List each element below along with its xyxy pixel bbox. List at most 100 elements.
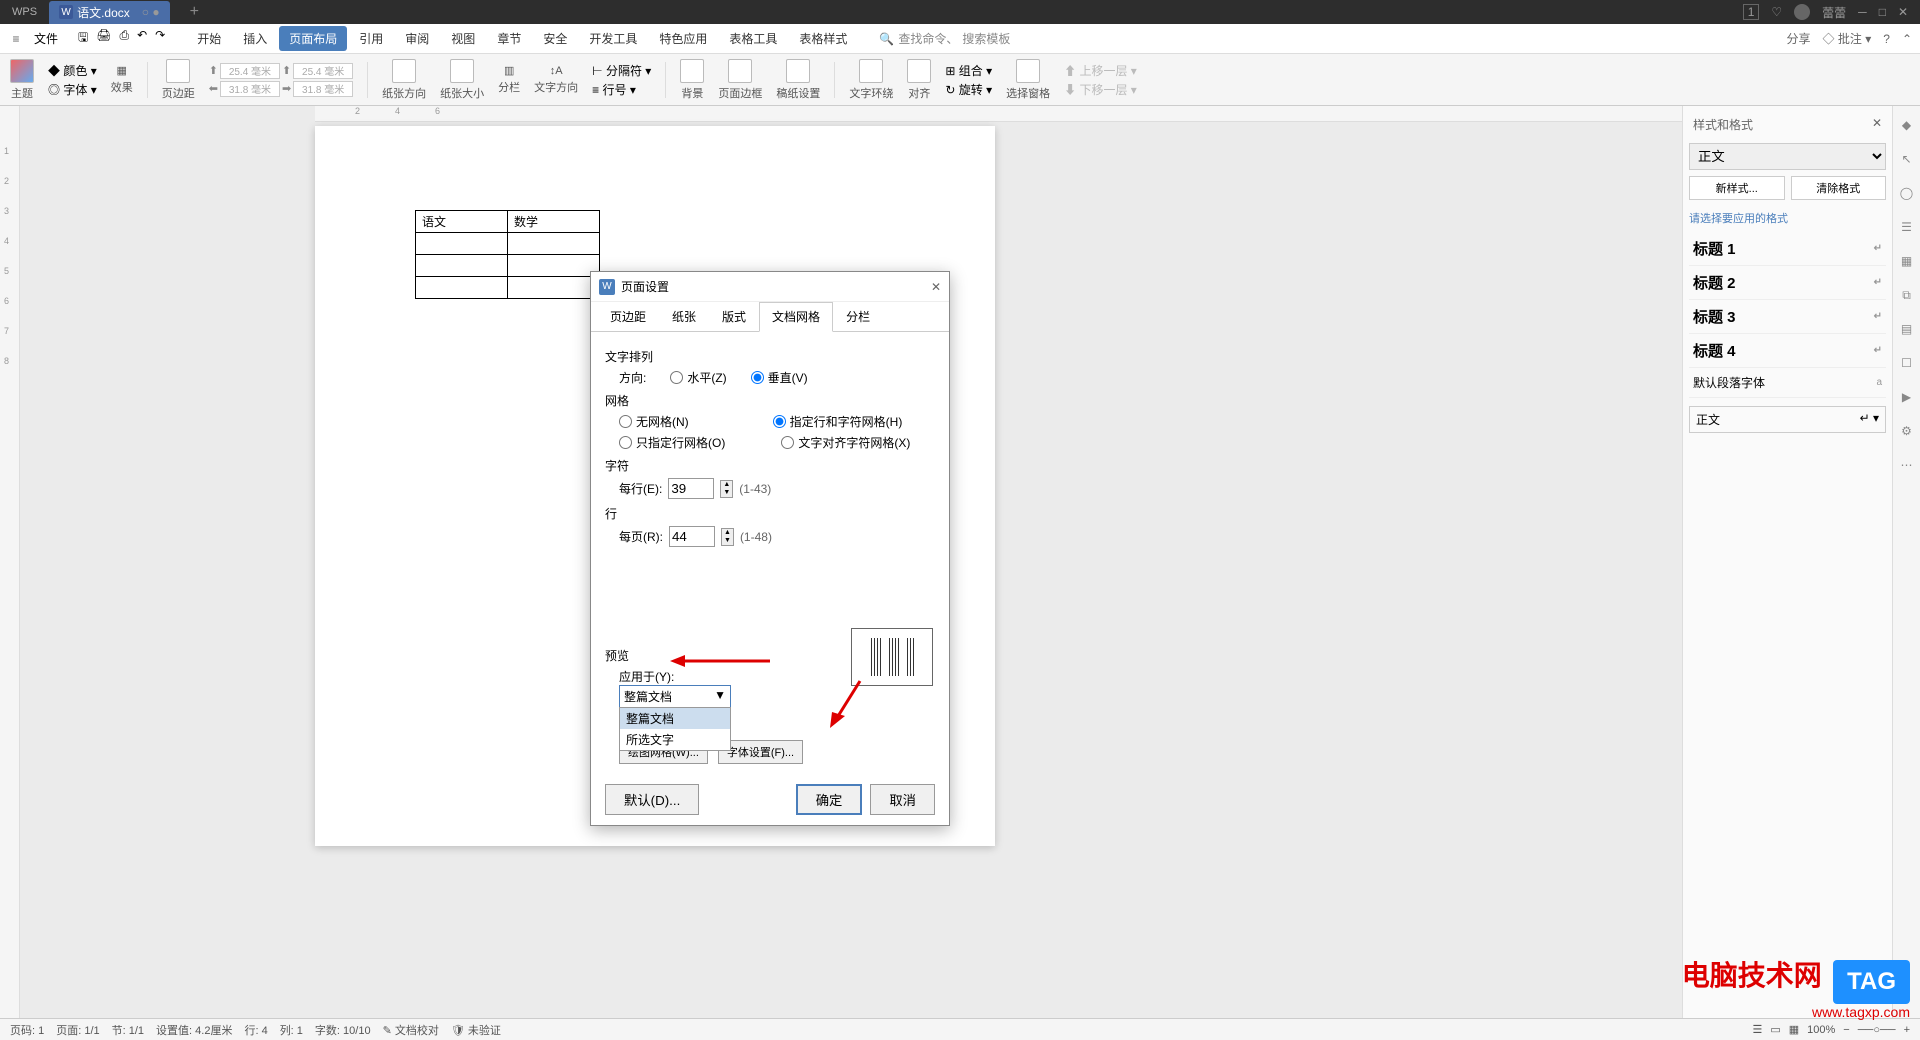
badge[interactable]: 1 <box>1743 4 1760 20</box>
close-icon[interactable]: ✕ <box>1898 5 1908 19</box>
status-pages[interactable]: 页面: 1/1 <box>56 1022 99 1038</box>
zoom-slider[interactable]: ──○── <box>1858 1024 1896 1036</box>
newstyle-button[interactable]: 新样式... <box>1689 176 1785 200</box>
margin-top-input[interactable] <box>220 63 280 79</box>
collapse-ribbon-icon[interactable]: ⌃ <box>1902 32 1912 46</box>
perpage-input[interactable] <box>669 526 715 547</box>
status-page[interactable]: 页码: 1 <box>10 1022 44 1038</box>
avatar[interactable] <box>1794 4 1810 20</box>
cancel-button[interactable]: 取消 <box>870 784 935 815</box>
style-h3[interactable]: 标题 3↵ <box>1689 300 1886 334</box>
status-pos[interactable]: 设置值: 4.2厘米 <box>156 1022 232 1038</box>
style-h1[interactable]: 标题 1↵ <box>1689 232 1886 266</box>
style-h2[interactable]: 标题 2↵ <box>1689 266 1886 300</box>
margin-left-input[interactable] <box>220 81 280 97</box>
nogrid-radio[interactable]: 无网格(N) <box>619 413 689 430</box>
dlg-tab-layout[interactable]: 版式 <box>709 302 759 331</box>
default-button[interactable]: 默认(D)... <box>605 784 699 815</box>
background-button[interactable]: 背景 <box>680 59 704 101</box>
dialog-close-icon[interactable]: ✕ <box>931 280 941 294</box>
help-icon[interactable]: ? <box>1883 32 1890 46</box>
tool-shape-icon[interactable]: ◯ <box>1898 184 1916 202</box>
share-button[interactable]: 分享 <box>1787 30 1811 47</box>
dlg-tab-margins[interactable]: 页边距 <box>597 302 659 331</box>
status-row[interactable]: 行: 4 <box>244 1022 267 1038</box>
dropdown-option-selection[interactable]: 所选文字 <box>620 729 730 750</box>
color-button[interactable]: ◆ 颜色 ▾ <box>48 62 97 79</box>
preview-icon[interactable]: ⎙ <box>119 28 129 49</box>
pane-button[interactable]: 选择窗格 <box>1006 59 1050 101</box>
document-table[interactable]: 语文数学 <box>415 210 600 299</box>
vertical-radio[interactable]: 垂直(V) <box>751 369 808 386</box>
perline-spinner[interactable]: ▲▼ <box>720 480 733 498</box>
writing-button[interactable]: 稿纸设置 <box>776 59 820 101</box>
tab-dev[interactable]: 开发工具 <box>579 26 647 51</box>
tool-cursor-icon[interactable]: ↖ <box>1898 150 1916 168</box>
tab-chapter[interactable]: 章节 <box>487 26 531 51</box>
vertical-ruler[interactable]: 1234 5678 <box>0 106 20 1018</box>
papersize-button[interactable]: 纸张大小 <box>440 59 484 101</box>
tool-link-icon[interactable]: ⧉ <box>1898 286 1916 304</box>
border-button[interactable]: 页面边框 <box>718 59 762 101</box>
add-tab-button[interactable]: + <box>190 3 199 21</box>
tab-security[interactable]: 安全 <box>533 26 577 51</box>
dlg-tab-paper[interactable]: 纸张 <box>659 302 709 331</box>
status-section[interactable]: 节: 1/1 <box>112 1022 144 1038</box>
print-icon[interactable]: 🖨 <box>96 28 111 49</box>
zoom-out-icon[interactable]: − <box>1843 1024 1849 1036</box>
applyto-combo[interactable]: 整篇文档▼ <box>619 685 731 708</box>
perpage-spinner[interactable]: ▲▼ <box>721 528 734 546</box>
note-button[interactable]: ◇ 批注 ▾ <box>1823 30 1872 47</box>
style-body[interactable]: 正文↵ ▾ <box>1689 406 1886 433</box>
tab-special[interactable]: 特色应用 <box>649 26 717 51</box>
margins-button[interactable]: 页边距 <box>162 59 195 101</box>
dlg-tab-columns[interactable]: 分栏 <box>833 302 883 331</box>
dlg-tab-grid[interactable]: 文档网格 <box>759 302 833 332</box>
tool-grid-icon[interactable]: ▤ <box>1898 320 1916 338</box>
font-button[interactable]: ◎ 字体 ▾ <box>48 81 97 98</box>
redo-icon[interactable]: ↷ <box>155 28 165 49</box>
tool-settings-icon[interactable]: ⚙ <box>1898 422 1916 440</box>
status-words[interactable]: 字数: 10/10 <box>315 1022 371 1038</box>
tab-tablestyle[interactable]: 表格样式 <box>789 26 857 51</box>
status-col[interactable]: 列: 1 <box>280 1022 303 1038</box>
tab-references[interactable]: 引用 <box>349 26 393 51</box>
rotate-button[interactable]: ↻ 旋转 ▾ <box>945 81 992 98</box>
current-style-select[interactable]: 正文 <box>1689 143 1886 170</box>
document-tab[interactable]: W 语文.docx ○ ● <box>49 1 170 24</box>
tool-more-icon[interactable]: ⋯ <box>1898 456 1916 474</box>
tool-media-icon[interactable]: ▶ <box>1898 388 1916 406</box>
undo-icon[interactable]: ↶ <box>137 28 147 49</box>
view-web-icon[interactable]: ▦ <box>1789 1023 1799 1036</box>
linegrid-radio[interactable]: 只指定行网格(O) <box>619 434 725 451</box>
search-icon[interactable]: 🔍 <box>879 32 894 46</box>
tab-pagelayout[interactable]: 页面布局 <box>279 26 347 51</box>
tab-tabletools[interactable]: 表格工具 <box>719 26 787 51</box>
orientation-button[interactable]: 纸张方向 <box>382 59 426 101</box>
zoom-value[interactable]: 100% <box>1807 1024 1835 1036</box>
clearformat-button[interactable]: 清除格式 <box>1791 176 1887 200</box>
style-h4[interactable]: 标题 4↵ <box>1689 334 1886 368</box>
tool-text-icon[interactable]: ☰ <box>1898 218 1916 236</box>
dropdown-option-wholedoc[interactable]: 整篇文档 <box>620 708 730 729</box>
file-menu[interactable]: 文件 <box>26 28 66 49</box>
zoom-in-icon[interactable]: + <box>1904 1024 1910 1036</box>
align-button[interactable]: 对齐 <box>907 59 931 101</box>
tab-insert[interactable]: 插入 <box>233 26 277 51</box>
search-placeholder[interactable]: 搜索模板 <box>962 30 1010 47</box>
perline-input[interactable] <box>668 478 714 499</box>
tool-image-icon[interactable]: ☐ <box>1898 354 1916 372</box>
margin-right-input[interactable] <box>293 81 353 97</box>
tool-table-icon[interactable]: ▦ <box>1898 252 1916 270</box>
tool-select-icon[interactable]: ◆ <box>1898 116 1916 134</box>
tab-start[interactable]: 开始 <box>187 26 231 51</box>
save-icon[interactable]: 🖫 <box>78 28 88 49</box>
status-proof[interactable]: ✎ 文档校对 <box>383 1022 439 1038</box>
breaks-button[interactable]: ⊢ 分隔符 ▾ <box>592 62 651 79</box>
tab-view[interactable]: 视图 <box>441 26 485 51</box>
ok-button[interactable]: 确定 <box>796 784 863 815</box>
maximize-icon[interactable]: □ <box>1879 5 1886 19</box>
table-cell[interactable]: 数学 <box>508 211 600 233</box>
cloud-icon[interactable]: ♡ <box>1771 5 1782 19</box>
textdir-button[interactable]: ↕A文字方向 <box>534 65 578 95</box>
